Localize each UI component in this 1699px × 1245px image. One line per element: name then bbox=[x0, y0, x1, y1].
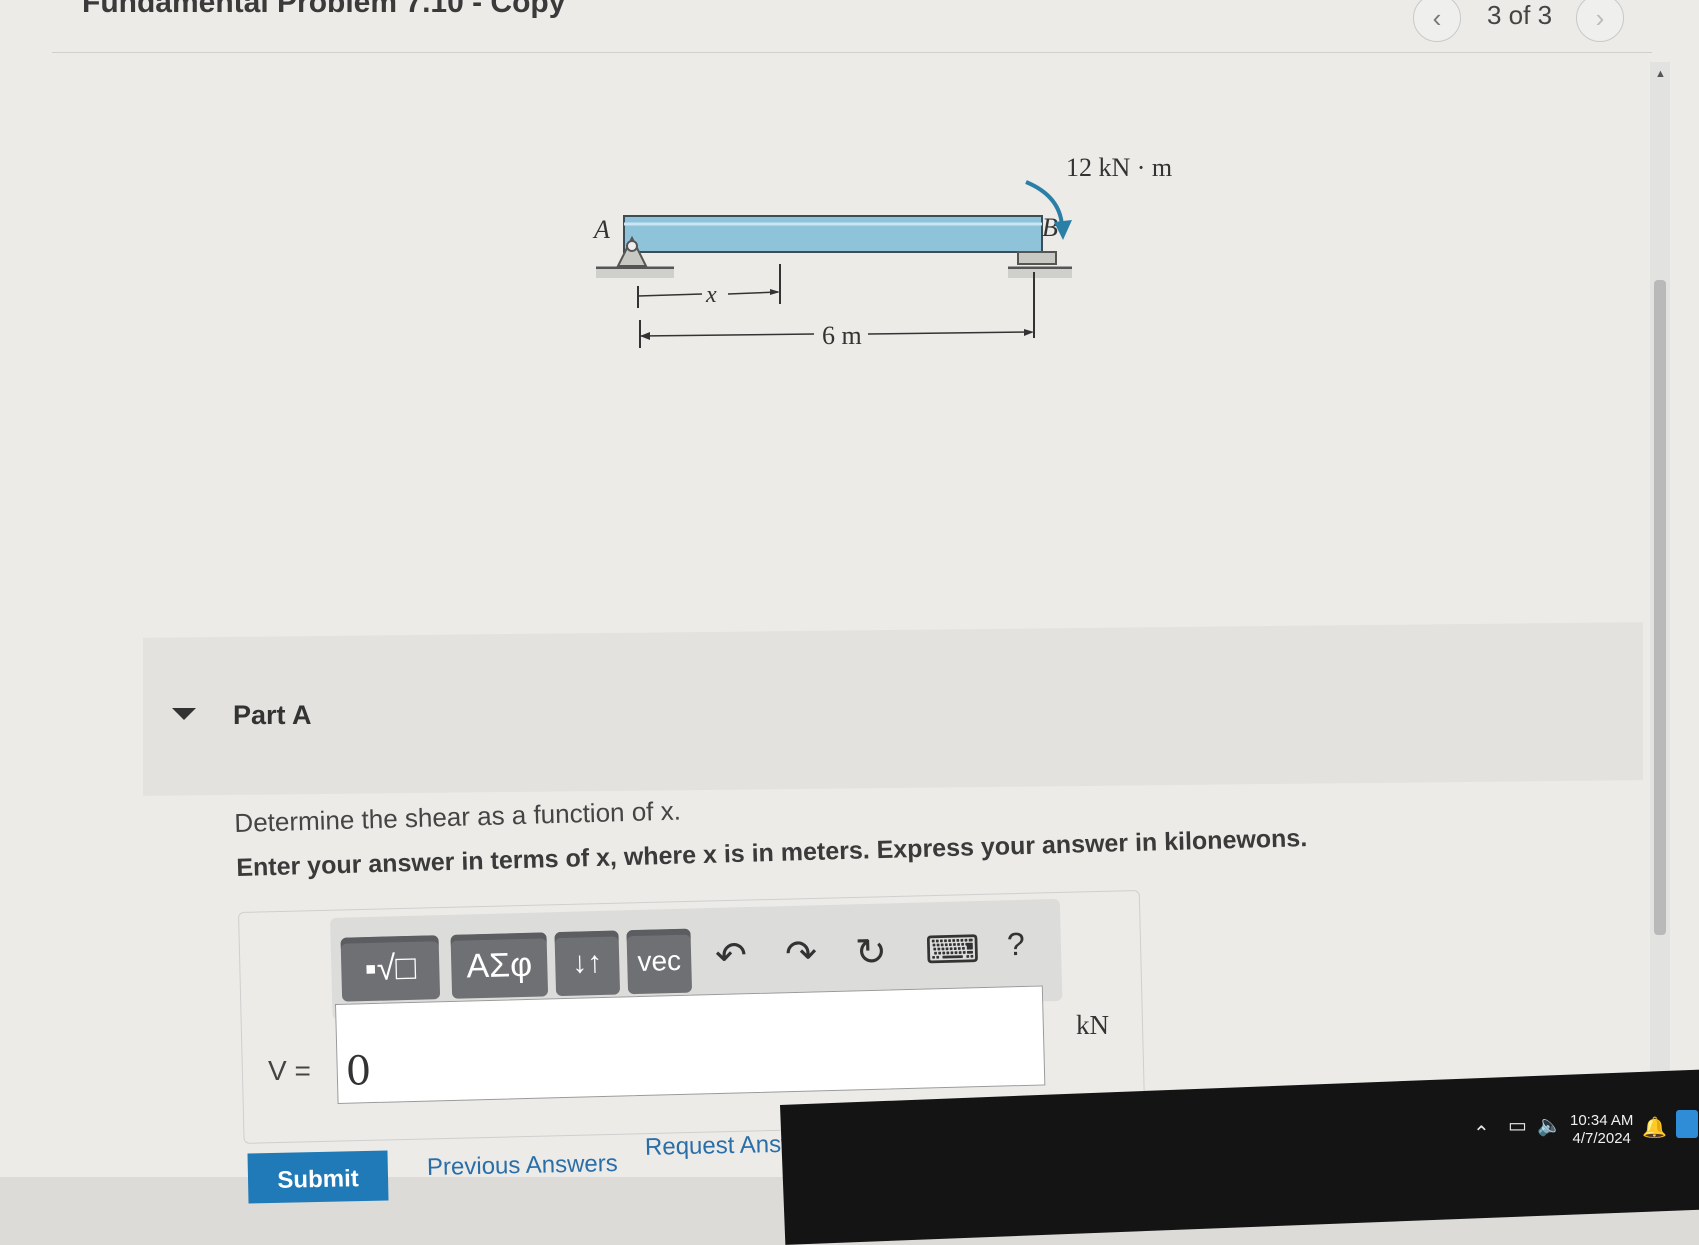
question-text: Determine the shear as a function of x. bbox=[234, 795, 682, 838]
taskbar-clock[interactable]: 10:34 AM 4/7/2024 bbox=[1570, 1112, 1633, 1148]
redo-icon[interactable]: ↷ bbox=[785, 931, 818, 977]
previous-problem-button[interactable]: ‹ bbox=[1413, 0, 1461, 42]
templates-button[interactable]: ▪√□ bbox=[340, 935, 441, 1002]
page: Fundamental Problem 7.10 - Copy ‹ 3 of 3… bbox=[0, 0, 1699, 1245]
tray-caret-icon[interactable]: ⌃ bbox=[1473, 1121, 1490, 1146]
greek-symbols-button[interactable]: ΑΣφ bbox=[450, 932, 549, 999]
collapse-triangle-icon[interactable] bbox=[172, 708, 196, 720]
scrollbar-thumb[interactable] bbox=[1654, 280, 1666, 935]
variable-label: V = bbox=[268, 1055, 311, 1086]
pager-text: 3 of 3 bbox=[1487, 0, 1553, 30]
clock-date: 4/7/2024 bbox=[1572, 1130, 1631, 1147]
notification-bell-icon[interactable]: 🔔 bbox=[1642, 1115, 1667, 1140]
roller-support-b bbox=[1008, 251, 1072, 278]
answer-input[interactable]: 0 bbox=[335, 985, 1046, 1104]
part-a-header[interactable] bbox=[143, 622, 1643, 796]
next-problem-button[interactable]: › bbox=[1576, 0, 1624, 42]
keyboard-icon[interactable]: ⌨ bbox=[924, 927, 981, 973]
app-icon[interactable] bbox=[1676, 1110, 1698, 1138]
label-b: B bbox=[1042, 213, 1058, 242]
arrows-button[interactable]: ↓↑ bbox=[554, 930, 621, 997]
beam bbox=[623, 215, 1043, 253]
volume-icon[interactable]: 🔈 bbox=[1537, 1113, 1562, 1138]
unit-label: kN bbox=[1076, 1010, 1109, 1040]
beam-diagram: A B 12 kN · m x 6 m bbox=[592, 153, 1172, 350]
help-icon[interactable]: ? bbox=[1006, 926, 1025, 963]
page-title: Fundamental Problem 7.10 - Copy bbox=[82, 0, 566, 19]
length-label: 6 m bbox=[822, 321, 862, 350]
network-icon[interactable]: ▭ bbox=[1508, 1113, 1527, 1138]
submit-button[interactable]: Submit bbox=[247, 1150, 389, 1204]
clock-time: 10:34 AM bbox=[1570, 1112, 1634, 1129]
scroll-up-arrow-icon[interactable]: ▲ bbox=[1655, 68, 1666, 80]
label-a: A bbox=[592, 215, 610, 244]
reset-icon[interactable]: ↻ bbox=[855, 929, 888, 975]
moment-label: 12 kN · m bbox=[1066, 153, 1172, 182]
x-dimension-label: x bbox=[705, 282, 717, 308]
header-divider bbox=[52, 52, 1652, 53]
chevron-left-icon: ‹ bbox=[1432, 2, 1442, 33]
chevron-right-icon: › bbox=[1595, 2, 1605, 33]
previous-answers-link[interactable]: Previous Answers bbox=[427, 1150, 618, 1182]
part-title: Part A bbox=[233, 700, 312, 730]
undo-icon[interactable]: ↶ bbox=[715, 933, 748, 979]
vector-button[interactable]: vec bbox=[626, 928, 693, 995]
